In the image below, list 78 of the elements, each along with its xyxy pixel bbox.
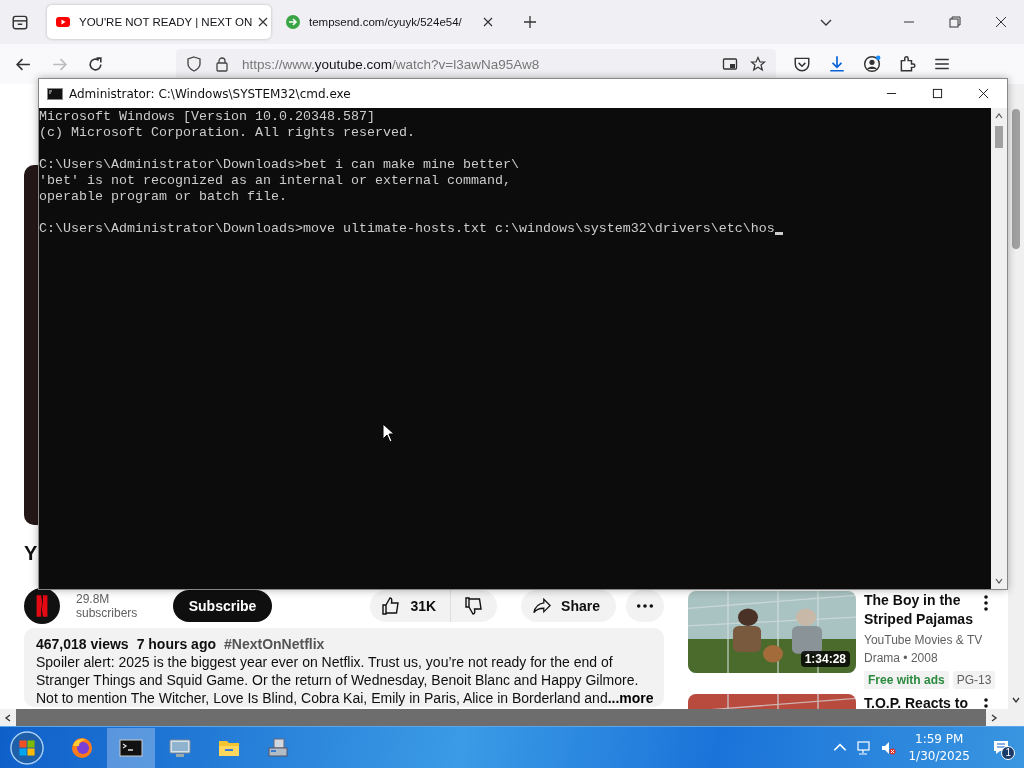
close-icon[interactable] xyxy=(995,16,1007,28)
console-line: C:\Users\Administrator\Downloads>move ultimate-hosts.txt c:\windows\system32\drivers\etc\hos xyxy=(39,221,775,237)
duration-badge: 1:34:28 xyxy=(800,651,850,667)
channel-avatar[interactable] xyxy=(24,588,60,624)
star-icon[interactable] xyxy=(750,56,766,72)
network-icon[interactable] xyxy=(856,739,873,756)
vertical-scrollbar[interactable] xyxy=(991,108,1007,589)
scrollbar-thumb[interactable] xyxy=(1012,109,1020,249)
hashtag-link[interactable]: #NextOnNetflix xyxy=(224,635,325,653)
shield-icon xyxy=(186,56,202,72)
mouse-pointer-icon xyxy=(382,423,394,443)
terminal-icon xyxy=(47,87,63,100)
arrow-circle-icon xyxy=(285,14,301,30)
vertical-scrollbar[interactable] xyxy=(1008,84,1024,709)
video-title: Y xyxy=(24,542,39,566)
computer-box-icon xyxy=(266,735,290,760)
scroll-down-icon[interactable] xyxy=(1011,695,1021,705)
share-button[interactable]: Share xyxy=(521,590,616,622)
notification-button[interactable]: 1 xyxy=(986,732,1016,763)
scroll-right-icon[interactable] xyxy=(989,712,999,723)
youtube-icon xyxy=(55,14,71,30)
clock[interactable]: 1:59 PM 1/30/2025 xyxy=(908,730,970,765)
new-tab-icon[interactable] xyxy=(523,15,537,29)
description-text: Not to mention The Witcher, Love Is Blind, Cobra Kai, Emily in Paris, Alice in Borderland and xyxy=(36,689,608,707)
pocket-icon[interactable] xyxy=(793,55,811,73)
video-title[interactable]: The Boy in the xyxy=(864,591,973,610)
scroll-down-icon[interactable] xyxy=(994,576,1004,586)
tab-list-icon[interactable] xyxy=(11,13,29,31)
dislike-button[interactable] xyxy=(451,590,498,622)
subscriber-count: 29.8M subscribers xyxy=(76,592,139,620)
window-title: Administrator: C:\Windows\SYSTEM32\cmd.exe xyxy=(69,86,351,101)
lock-icon xyxy=(214,56,230,72)
browser-tab[interactable]: YOU'RE NOT READY | NEXT ON xyxy=(47,5,271,39)
close-icon[interactable] xyxy=(978,88,989,99)
console-line: C:\Users\Administrator\Downloads>bet i can make mine better\ xyxy=(39,157,519,173)
channel-name[interactable]: YouTube Movies & TV xyxy=(864,633,988,647)
start-button[interactable] xyxy=(10,730,44,765)
horizontal-scrollbar-thumb[interactable] xyxy=(16,709,986,726)
picture-in-picture-icon[interactable] xyxy=(722,56,738,72)
reload-icon[interactable] xyxy=(87,55,104,73)
address-bar[interactable]: https://www.youtube.com/watch?v=l3awNa95Aw8 xyxy=(176,49,776,79)
download-icon[interactable] xyxy=(828,55,846,73)
description-text: Stranger Things and Squid Game. Or the return of Wednesday, Benoit Blanc and Happy Gilmore. xyxy=(36,671,639,689)
puzzle-icon[interactable] xyxy=(898,55,916,73)
thumbs-up-icon xyxy=(382,597,401,615)
text-cursor xyxy=(774,232,783,235)
view-count: 467,018 views xyxy=(36,635,129,653)
restore-icon[interactable] xyxy=(949,16,961,28)
scroll-up-icon[interactable] xyxy=(994,111,1004,121)
close-icon[interactable] xyxy=(258,17,269,27)
video-title[interactable]: Striped Pajamas xyxy=(864,610,973,629)
video-badge: PG-13 xyxy=(952,671,996,689)
console-line: Microsoft Windows [Version 10.0.20348.587] xyxy=(39,109,375,125)
video-title[interactable]: T.O.P. Reacts to xyxy=(864,694,968,709)
firefox-icon xyxy=(70,735,94,760)
account-icon[interactable] xyxy=(863,55,881,73)
url-text: https://www.youtube.com/watch?v=l3awNa95Aw8 xyxy=(242,56,540,72)
upload-age: 7 hours ago xyxy=(136,635,216,653)
taskbar-app[interactable] xyxy=(107,727,155,768)
like-button[interactable]: 31K xyxy=(370,590,452,622)
console-line: operable program or batch file. xyxy=(39,189,287,205)
maximize-icon[interactable] xyxy=(932,88,943,99)
scroll-left-icon[interactable] xyxy=(3,712,13,723)
more-vertical-icon[interactable] xyxy=(984,595,988,611)
close-icon[interactable] xyxy=(483,17,493,27)
more-icon xyxy=(636,603,654,609)
browser-tab[interactable]: tempsend.com/cyuyk/524e54/ xyxy=(277,5,501,39)
more-options-button[interactable] xyxy=(626,590,664,622)
video-meta: Drama • 2008 xyxy=(864,651,939,665)
thumbs-down-icon xyxy=(465,597,484,615)
subscribe-button[interactable]: Subscribe xyxy=(172,590,273,622)
video-badge: Free with ads xyxy=(864,671,949,689)
console-line: (c) Microsoft Corporation. All rights reserved. xyxy=(39,125,415,141)
more-link[interactable]: ...more xyxy=(607,689,654,707)
share-arrow-icon xyxy=(533,597,552,615)
console-line: 'bet' is not recognized as an internal or external command, xyxy=(39,173,511,189)
description-text: Spoiler alert: 2025 is the biggest year ever on Netflix. Trust us, you’re not ready for the end of xyxy=(36,653,613,671)
scrollbar-thumb[interactable] xyxy=(995,126,1003,148)
